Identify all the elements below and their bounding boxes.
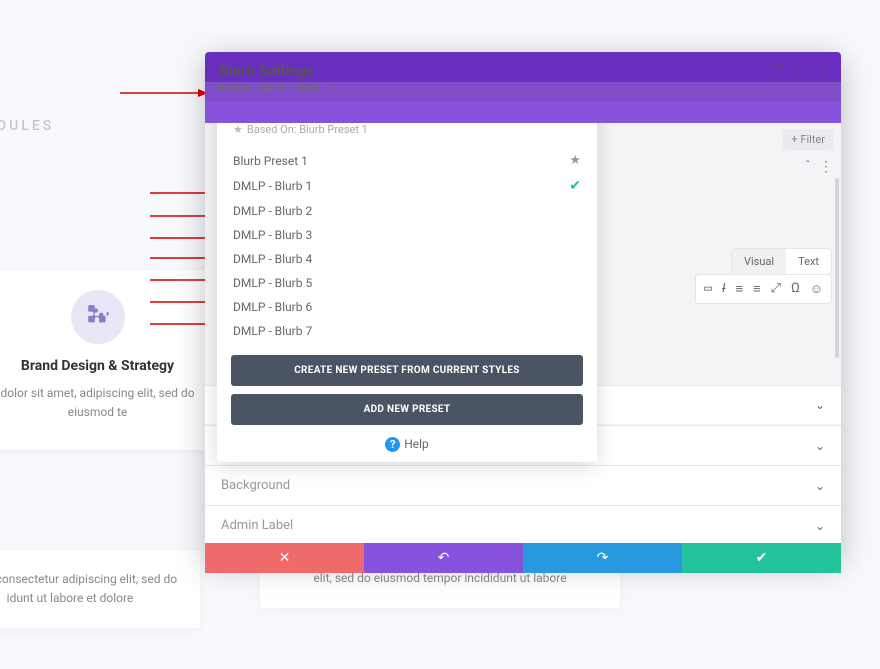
preset-item[interactable]: DMLP - Blurb 2 [217, 199, 597, 223]
undo-button[interactable]: ↶ [364, 543, 523, 573]
chevron-down-icon: ⌄ [815, 479, 825, 493]
star-icon: ★ [569, 153, 581, 168]
background-card: amet, consectetur adipiscing elit, sed d… [0, 550, 200, 628]
add-preset-button[interactable]: ADD NEW PRESET [231, 394, 583, 425]
card-text: dolor sit amet, adipiscing elit, sed do … [0, 384, 215, 422]
settings-modal: Blurb Settings Preset: DMLP - Blurb 1 ▾ … [205, 52, 841, 560]
help-label: Help [404, 437, 429, 451]
clear-format-icon[interactable]: I [722, 281, 725, 297]
preset-selector-label: Preset: DMLP - Blurb 1 [219, 82, 329, 95]
modal-footer: ✕ ↶ ↷ ✔ [205, 543, 841, 573]
section-label: Admin Label [221, 518, 293, 533]
redo-icon: ↷ [597, 550, 609, 566]
check-icon: ✔ [569, 178, 581, 194]
section-label: Background [221, 478, 290, 493]
section-admin-label[interactable]: Admin Label ⌄ [205, 505, 841, 545]
collapse-toggle-icon[interactable]: ˆ [805, 159, 811, 174]
puzzle-icon-circle [71, 290, 125, 344]
indent-icon[interactable]: ≡ [753, 281, 761, 297]
preset-item-label: DMLP - Blurb 1 [233, 179, 312, 193]
tab-visual[interactable]: Visual [732, 249, 786, 274]
preset-item[interactable]: DMLP - Blurb 7 [217, 319, 597, 343]
scrollbar[interactable] [835, 178, 839, 358]
fullscreen-icon[interactable]: ⤢ [771, 281, 781, 297]
editor-mode-tabs: Visual Text [732, 249, 831, 274]
preset-list: Blurb Preset 1 ★ DMLP - Blurb 1 ✔ DMLP -… [217, 140, 597, 347]
check-icon: ✔ [756, 550, 768, 566]
based-on-text: Based On: Blurb Preset 1 [247, 123, 368, 136]
preset-item-label: DMLP - Blurb 2 [233, 204, 312, 218]
special-char-icon[interactable]: Ω [791, 281, 800, 297]
emoji-icon[interactable]: ☺ [810, 281, 823, 297]
preset-dropdown: Blurb Default Preset ★Based On: Blurb Pr… [217, 123, 597, 462]
preset-item-label: Blurb Preset 1 [233, 154, 308, 168]
tab-text[interactable]: Text [786, 249, 831, 274]
paste-icon[interactable]: ▭ [704, 281, 712, 297]
chevron-down-icon: ▾ [331, 85, 336, 95]
outdent-icon[interactable]: ≡ [735, 281, 743, 297]
undo-icon: ↶ [438, 550, 450, 566]
modal-header: Blurb Settings Preset: DMLP - Blurb 1 ▾ … [205, 52, 841, 123]
close-icon: ✕ [279, 550, 291, 566]
save-button[interactable]: ✔ [682, 543, 841, 573]
preset-item-label: DMLP - Blurb 6 [233, 300, 312, 314]
preset-item-label: DMLP - Blurb 3 [233, 228, 312, 242]
chevron-down-icon: ⌄ [815, 398, 825, 412]
more-options-icon[interactable]: ⋮ [819, 159, 833, 175]
section-background[interactable]: Background ⌄ [205, 465, 841, 505]
preset-item-label: DMLP - Blurb 7 [233, 324, 312, 338]
preset-item-label: DMLP - Blurb 5 [233, 276, 312, 290]
filter-button[interactable]: + Filter [783, 129, 833, 150]
dropdown-header: Blurb Default Preset ★Based On: Blurb Pr… [217, 123, 597, 140]
editor-toolbar: ▭ I ≡ ≡ ⤢ Ω ☺ [696, 275, 831, 303]
chevron-down-icon: ⌄ [815, 519, 825, 533]
help-icon: ? [385, 437, 400, 452]
filter-button-label: Filter [800, 133, 825, 146]
preset-item[interactable]: DMLP - Blurb 4 [217, 247, 597, 271]
preset-item[interactable]: DMLP - Blurb 1 ✔ [217, 173, 597, 199]
create-preset-button[interactable]: CREATE NEW PRESET FROM CURRENT STYLES [231, 355, 583, 386]
expand-icon[interactable]: ⛶ [771, 62, 781, 78]
preset-selector[interactable]: Preset: DMLP - Blurb 1 ▾ [205, 82, 841, 101]
preset-item-label: DMLP - Blurb 4 [233, 252, 312, 266]
redo-button[interactable]: ↷ [523, 543, 682, 573]
page-header-fragment: DULES [0, 118, 54, 134]
kebab-menu-icon[interactable]: ⋮ [817, 62, 831, 78]
based-on-label: ★ Based On: Blurb Preset 1 [233, 123, 581, 136]
star-icon: ★ [233, 123, 243, 136]
chevron-down-icon: ⌄ [815, 439, 825, 453]
annotation-arrow-icon [120, 87, 210, 99]
modal-title: Blurb Settings [205, 52, 841, 82]
card-text: amet, consectetur adipiscing elit, sed d… [0, 570, 180, 608]
cancel-button[interactable]: ✕ [205, 543, 364, 573]
snap-icon[interactable]: ▯ [795, 62, 803, 78]
modal-tabs-bar [205, 101, 841, 123]
preset-item[interactable]: DMLP - Blurb 3 [217, 223, 597, 247]
puzzle-icon [85, 304, 111, 330]
modal-body: + Filter ˆ ⋮ Visual Text ▭ I ≡ ≡ ⤢ Ω ☺ ⌄… [205, 123, 841, 560]
card-title: Brand Design & Strategy [0, 358, 215, 374]
preset-item[interactable]: DMLP - Blurb 6 [217, 295, 597, 319]
preset-item[interactable]: DMLP - Blurb 5 [217, 271, 597, 295]
preset-item[interactable]: Blurb Preset 1 ★ [217, 148, 597, 173]
help-link[interactable]: ? Help [217, 437, 597, 452]
